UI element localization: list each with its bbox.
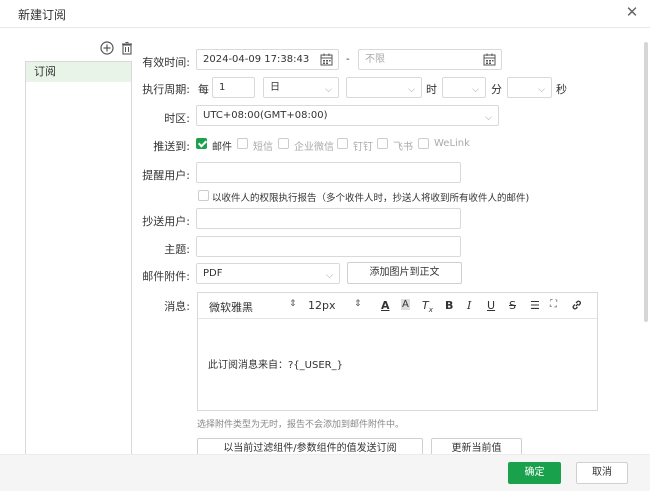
period-count-input[interactable]: 1 bbox=[212, 77, 255, 98]
chevron-down-icon: ⌵ bbox=[408, 85, 415, 95]
add-icon[interactable] bbox=[100, 41, 114, 55]
message-body[interactable]: 此订阅消息来自：?{_USER_} bbox=[208, 356, 343, 371]
bold-icon[interactable]: B bbox=[445, 299, 453, 312]
fullscreen-icon[interactable]: ⛶ bbox=[550, 299, 557, 310]
push-email-label: 邮件 bbox=[212, 142, 232, 153]
updown-icon: ⇕ bbox=[289, 299, 297, 309]
minute-suffix: 分 bbox=[491, 83, 502, 96]
attachment-select[interactable]: PDF ⌵ bbox=[196, 263, 340, 284]
attachment-value: PDF bbox=[203, 268, 223, 279]
push-dingtalk-label: 钉钉 bbox=[353, 142, 373, 153]
period-unit-select[interactable]: 日 ⌵ bbox=[263, 77, 339, 98]
strikethrough-icon[interactable]: S bbox=[509, 299, 516, 312]
highlight-icon[interactable]: A bbox=[401, 299, 410, 310]
sidebar-item-subscription[interactable]: 订阅 bbox=[26, 62, 131, 82]
remind-user-label: 提醒用户: bbox=[142, 169, 190, 182]
end-time-placeholder: 不限 bbox=[365, 54, 385, 65]
push-to-label: 推送到: bbox=[153, 140, 190, 153]
timezone-label: 时区: bbox=[164, 112, 190, 125]
cancel-button[interactable]: 取消 bbox=[576, 462, 628, 484]
permission-report-label: 以收件人的权限执行报告（多个收件人时，抄送人将收到所有收件人的邮件) bbox=[212, 193, 530, 204]
timezone-value: UTC+08:00(GMT+08:00) bbox=[203, 110, 328, 121]
checkbox-sms[interactable] bbox=[237, 138, 248, 149]
cc-user-label: 抄送用户: bbox=[142, 215, 190, 228]
timezone-select[interactable]: UTC+08:00(GMT+08:00) ⌵ bbox=[196, 105, 499, 126]
subscription-list: 订阅 bbox=[25, 61, 132, 456]
second-suffix: 秒 bbox=[556, 83, 567, 96]
close-icon[interactable]: ✕ bbox=[624, 4, 640, 20]
calendar-icon[interactable] bbox=[320, 53, 333, 66]
checkbox-welink[interactable] bbox=[418, 138, 429, 149]
push-wecom-label: 企业微信 bbox=[294, 142, 334, 153]
start-time-input[interactable]: 2024-04-09 17:38:43 bbox=[196, 49, 339, 70]
font-size-select[interactable]: 12px bbox=[308, 299, 336, 312]
checkbox-permission-report[interactable] bbox=[198, 190, 209, 201]
checkbox-email[interactable] bbox=[196, 138, 207, 149]
push-welink-label: WeLink bbox=[434, 138, 470, 149]
checkbox-feishu[interactable] bbox=[377, 138, 388, 149]
chevron-down-icon: ⌵ bbox=[538, 85, 545, 95]
hour-suffix: 时 bbox=[426, 83, 437, 96]
period-unit-value: 日 bbox=[270, 82, 280, 93]
every-label: 每 bbox=[198, 83, 209, 96]
link-icon[interactable] bbox=[571, 299, 583, 314]
period-label: 执行周期: bbox=[142, 83, 190, 96]
scrollbar[interactable] bbox=[644, 42, 648, 322]
message-editor[interactable]: 微软雅黑 ⇕ 12px ⇕ A A Tx B I U S ☰ ⛶ 此订阅消息来自… bbox=[197, 292, 598, 411]
push-sms-label: 短信 bbox=[253, 142, 273, 153]
chevron-down-icon: ⌵ bbox=[485, 113, 492, 123]
remind-user-input[interactable] bbox=[196, 162, 461, 183]
subject-input[interactable] bbox=[196, 236, 461, 257]
checkbox-dingtalk[interactable] bbox=[337, 138, 348, 149]
underline-icon[interactable]: U bbox=[487, 299, 495, 312]
font-color-icon[interactable]: A bbox=[381, 299, 390, 312]
push-feishu-label: 飞书 bbox=[393, 142, 413, 153]
attachment-label: 邮件附件: bbox=[142, 270, 190, 283]
cc-user-input[interactable] bbox=[196, 208, 461, 229]
valid-time-label: 有效时间: bbox=[142, 56, 190, 69]
hour-select[interactable]: ⌵ bbox=[346, 77, 422, 98]
minute-select[interactable]: ⌵ bbox=[442, 77, 486, 98]
updown-icon: ⇕ bbox=[354, 299, 362, 309]
align-icon[interactable]: ☰ bbox=[530, 299, 540, 312]
attachment-hint: 选择附件类型为无时，报告不会添加到邮件附件中。 bbox=[197, 420, 405, 430]
end-time-input[interactable]: 不限 bbox=[358, 49, 502, 70]
chevron-down-icon: ⌵ bbox=[326, 271, 333, 281]
editor-toolbar: 微软雅黑 ⇕ 12px ⇕ A A Tx B I U S ☰ ⛶ bbox=[198, 293, 597, 319]
ok-button[interactable]: 确定 bbox=[508, 462, 561, 484]
font-family-select[interactable]: 微软雅黑 bbox=[209, 299, 253, 315]
chevron-down-icon: ⌵ bbox=[325, 85, 332, 95]
delete-icon[interactable] bbox=[120, 41, 134, 55]
checkbox-wecom[interactable] bbox=[278, 138, 289, 149]
dialog-title: 新建订阅 bbox=[18, 8, 67, 22]
clear-format-icon[interactable]: Tx bbox=[422, 299, 433, 314]
chevron-down-icon: ⌵ bbox=[472, 85, 479, 95]
italic-icon[interactable]: I bbox=[467, 299, 471, 312]
subject-label: 主题: bbox=[164, 243, 190, 256]
dialog-titlebar: 新建订阅 ✕ bbox=[0, 0, 650, 28]
time-separator: - bbox=[346, 54, 350, 65]
second-select[interactable]: ⌵ bbox=[507, 77, 552, 98]
message-label: 消息: bbox=[164, 300, 190, 313]
calendar-icon[interactable] bbox=[483, 53, 496, 66]
start-time-value: 2024-04-09 17:38:43 bbox=[203, 54, 310, 65]
add-image-button[interactable]: 添加图片到正文 bbox=[347, 262, 462, 284]
